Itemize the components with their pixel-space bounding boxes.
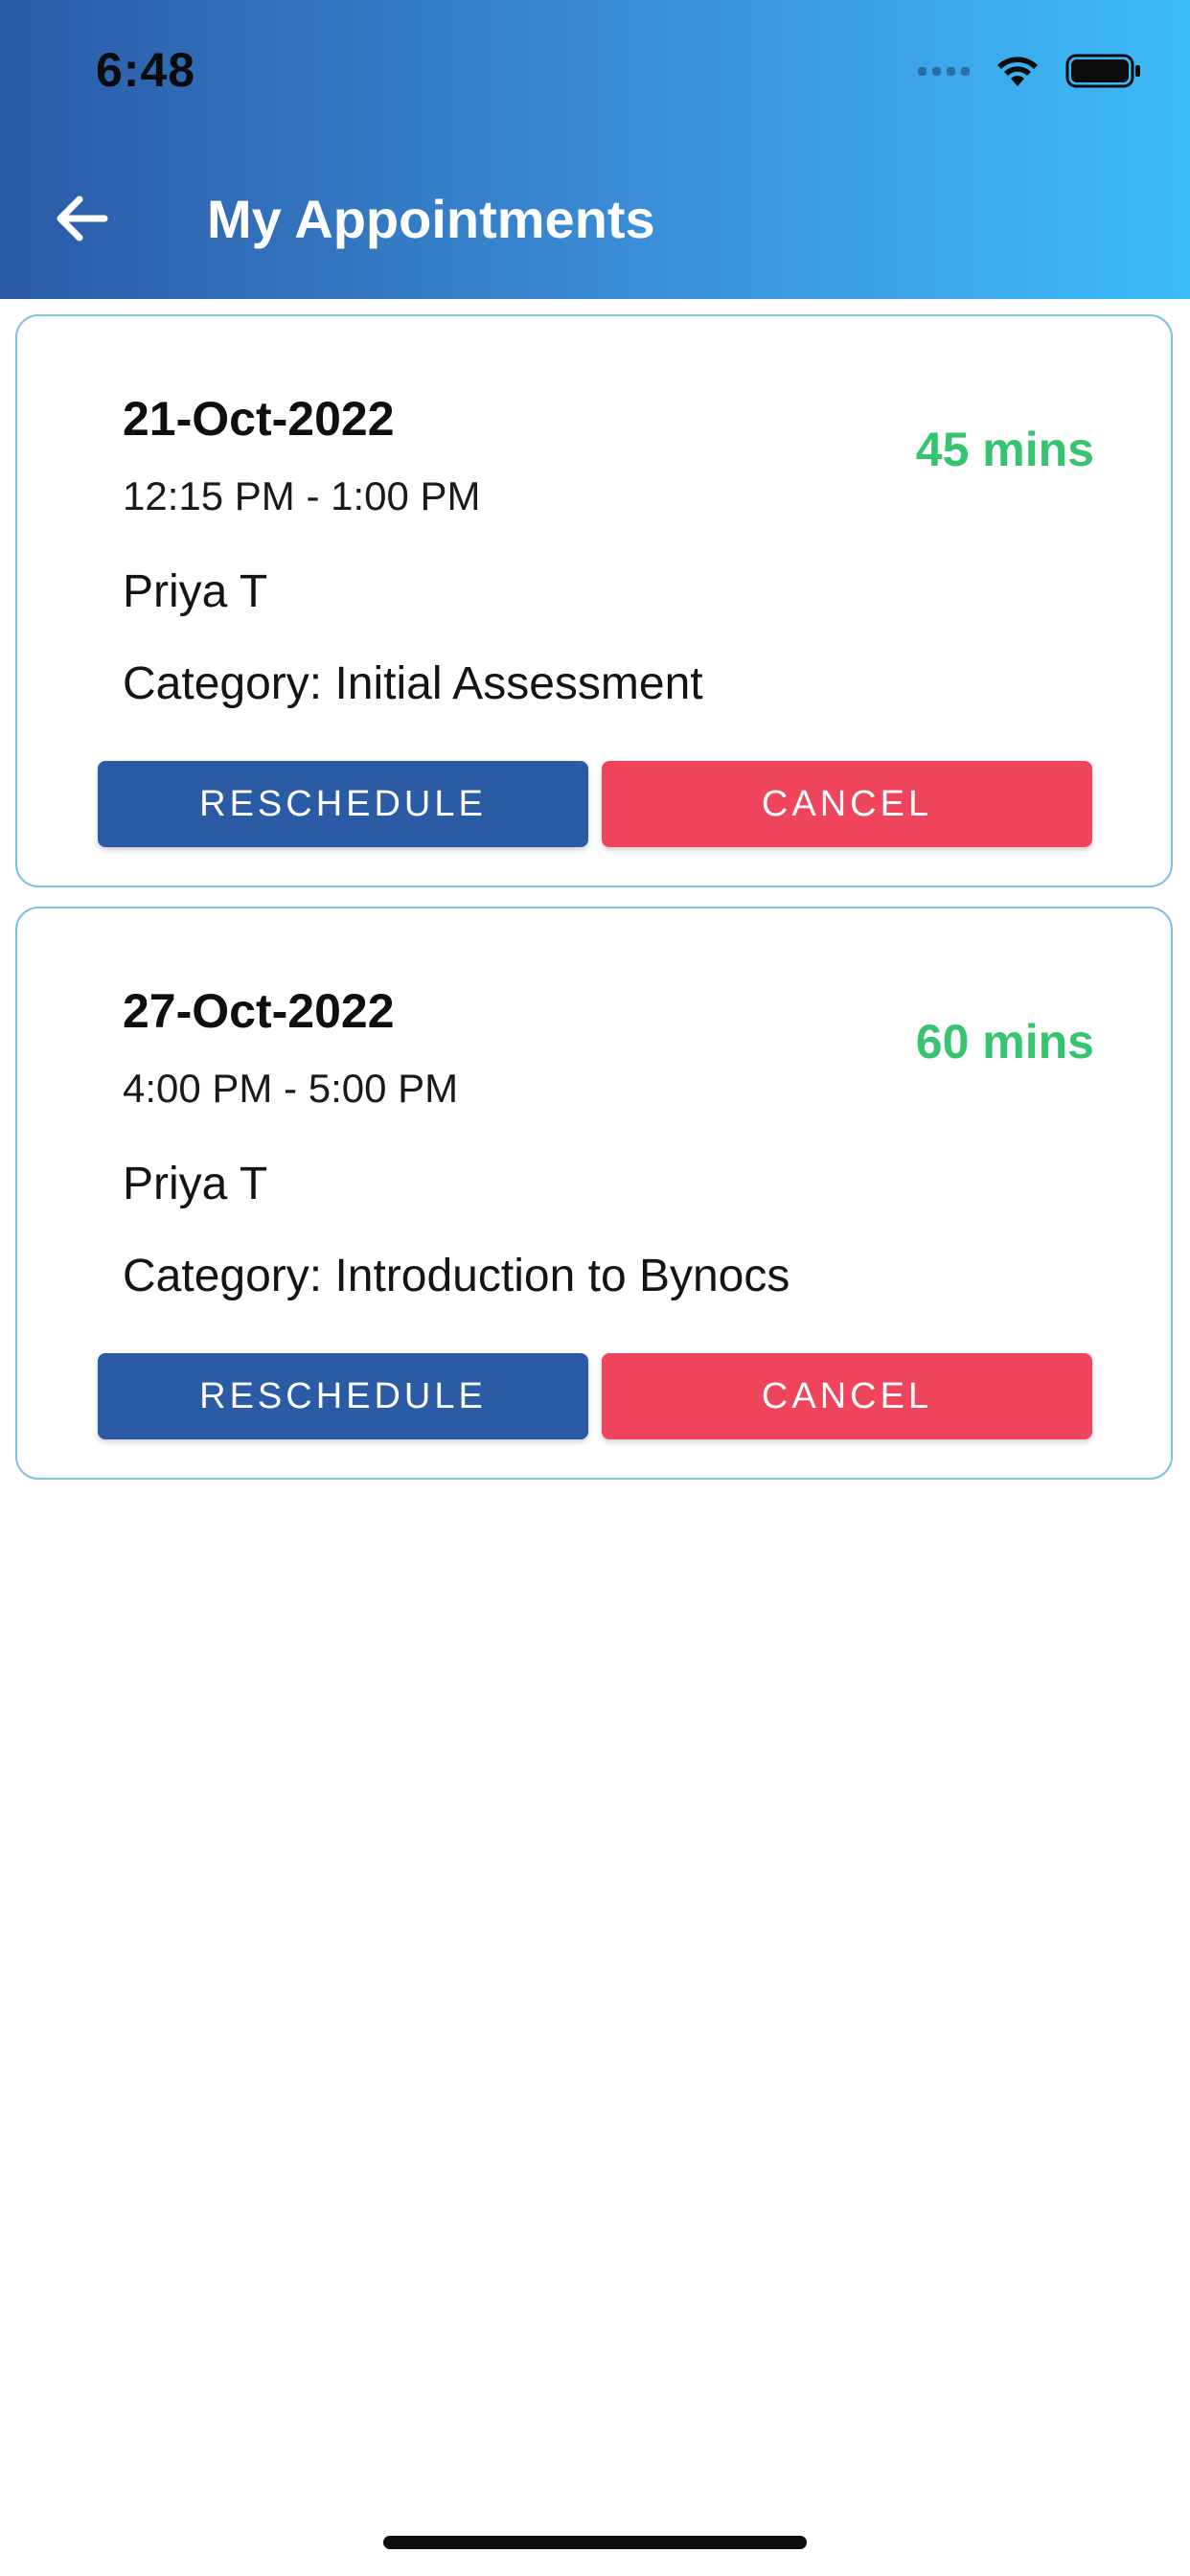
home-indicator[interactable]	[383, 2536, 807, 2549]
page-title: My Appointments	[207, 189, 655, 249]
reschedule-button[interactable]: RESCHEDULE	[98, 1353, 588, 1439]
appointment-date: 21-Oct-2022	[123, 392, 395, 446]
arrow-left-icon	[57, 196, 108, 242]
appointment-card: 27-Oct-2022 4:00 PM - 5:00 PM 60 mins Pr…	[15, 907, 1173, 1480]
app-header: 6:48 My Appointments	[0, 0, 1190, 299]
appointment-person: Priya T	[123, 1159, 268, 1209]
appointment-category: Category: Initial Assessment	[123, 658, 703, 709]
status-bar-time: 6:48	[96, 43, 196, 97]
cancel-button[interactable]: CANCEL	[602, 761, 1092, 847]
battery-icon	[1065, 54, 1140, 88]
cellular-signal-icon	[918, 66, 970, 76]
back-button[interactable]	[42, 180, 119, 257]
appointment-duration: 45 mins	[915, 423, 1094, 476]
appointment-person: Priya T	[123, 566, 268, 617]
cancel-button[interactable]: CANCEL	[602, 1353, 1092, 1439]
appointment-card: 21-Oct-2022 12:15 PM - 1:00 PM 45 mins P…	[15, 314, 1173, 887]
reschedule-button[interactable]: RESCHEDULE	[98, 761, 588, 847]
wifi-icon	[997, 57, 1038, 86]
appointment-time: 12:15 PM - 1:00 PM	[123, 473, 481, 518]
appointment-category: Category: Introduction to Bynocs	[123, 1251, 790, 1301]
appointment-time: 4:00 PM - 5:00 PM	[123, 1066, 459, 1111]
status-bar-icons	[918, 50, 1142, 92]
appointment-date: 27-Oct-2022	[123, 984, 395, 1038]
appointment-duration: 60 mins	[915, 1015, 1094, 1069]
